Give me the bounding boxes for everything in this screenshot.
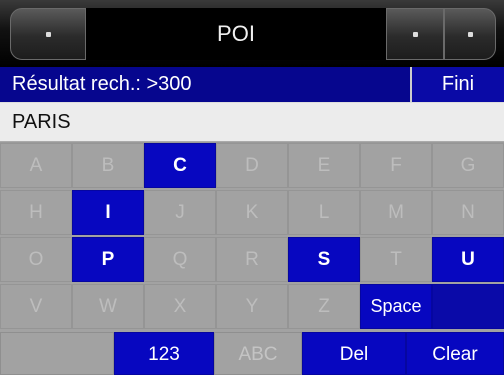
key-f[interactable]: F [360,143,432,188]
search-input[interactable]: PARIS [0,102,504,142]
back-icon [46,32,51,37]
key-y[interactable]: Y [216,284,288,329]
key-t[interactable]: T [360,237,432,282]
done-button[interactable]: Fini [410,67,504,102]
next-icon [468,32,473,37]
key-q[interactable]: Q [144,237,216,282]
key-blank [432,284,504,329]
back-button[interactable] [10,8,86,60]
poi-search-screen: POI Résultat rech.: >300 Fini PARIS ABCD… [0,0,504,375]
key-w[interactable]: W [72,284,144,329]
key-d[interactable]: D [216,143,288,188]
key-space[interactable]: Space [360,284,432,329]
keyboard-bottom-row: 123 ABC Del Clear [0,332,504,375]
key-b[interactable]: B [72,143,144,188]
key-o[interactable]: O [0,237,72,282]
key-j[interactable]: J [144,190,216,235]
key-c[interactable]: C [144,143,216,188]
key-h[interactable]: H [0,190,72,235]
page-title: POI [86,8,386,60]
search-status-bar: Résultat rech.: >300 Fini [0,67,504,102]
numbers-key[interactable]: 123 [114,332,214,375]
key-z[interactable]: Z [288,284,360,329]
key-l[interactable]: L [288,190,360,235]
key-e[interactable]: E [288,143,360,188]
key-n[interactable]: N [432,190,504,235]
delete-key[interactable]: Del [302,332,406,375]
key-m[interactable]: M [360,190,432,235]
key-p[interactable]: P [72,237,144,282]
previous-icon [413,32,418,37]
previous-button[interactable] [386,8,444,60]
key-i[interactable]: I [72,190,144,235]
letters-key[interactable]: ABC [214,332,302,375]
key-x[interactable]: X [144,284,216,329]
empty-key [0,332,114,375]
title-bar: POI [0,0,504,68]
key-r[interactable]: R [216,237,288,282]
next-button[interactable] [444,8,496,60]
key-g[interactable]: G [432,143,504,188]
key-a[interactable]: A [0,143,72,188]
key-u[interactable]: U [432,237,504,282]
clear-key[interactable]: Clear [406,332,504,375]
key-v[interactable]: V [0,284,72,329]
key-k[interactable]: K [216,190,288,235]
key-s[interactable]: S [288,237,360,282]
search-result-count: Résultat rech.: >300 [12,73,192,95]
